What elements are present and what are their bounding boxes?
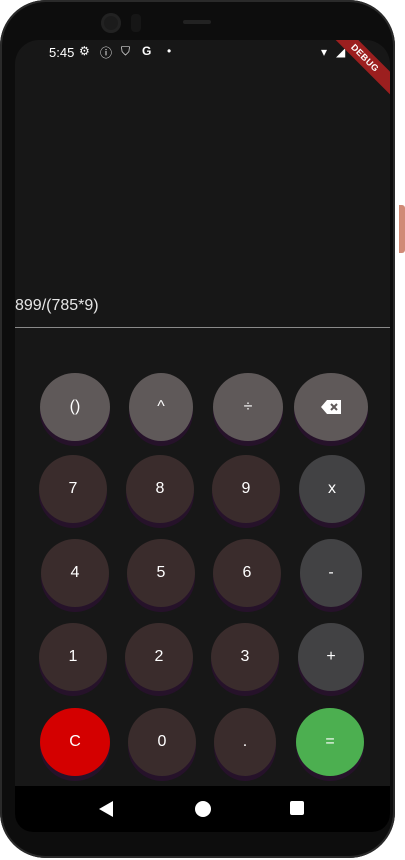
dot-icon: • bbox=[167, 44, 172, 58]
info-icon: ⓘ bbox=[100, 46, 113, 60]
google-icon: G bbox=[142, 44, 152, 58]
digit-2-button[interactable]: 2 bbox=[125, 623, 193, 691]
minus-button[interactable]: - bbox=[300, 539, 362, 607]
recents-icon[interactable] bbox=[290, 801, 304, 815]
digit-9-button[interactable]: 9 bbox=[212, 455, 280, 523]
backspace-button[interactable] bbox=[294, 373, 368, 441]
digit-5-button[interactable]: 5 bbox=[127, 539, 195, 607]
display-divider bbox=[15, 327, 390, 328]
earpiece-speaker bbox=[183, 20, 211, 24]
expression-display: 899/(785*9) bbox=[15, 297, 99, 314]
status-time: 5:45 bbox=[49, 45, 75, 60]
back-icon[interactable] bbox=[99, 801, 113, 817]
digit-6-button[interactable]: 6 bbox=[213, 539, 281, 607]
digit-7-button[interactable]: 7 bbox=[39, 455, 107, 523]
multiply-button[interactable]: x bbox=[299, 455, 365, 523]
digit-0-button[interactable]: 0 bbox=[128, 708, 196, 776]
navigation-bar bbox=[15, 786, 390, 832]
home-icon[interactable] bbox=[195, 801, 211, 817]
parentheses-button[interactable]: () bbox=[40, 373, 110, 441]
digit-1-button[interactable]: 1 bbox=[39, 623, 107, 691]
equals-button[interactable]: = bbox=[296, 708, 364, 776]
decimal-button[interactable]: . bbox=[214, 708, 276, 776]
shield-icon: ⛉ bbox=[121, 44, 131, 58]
front-camera bbox=[101, 13, 121, 33]
backspace-icon bbox=[321, 400, 341, 414]
clear-button[interactable]: C bbox=[40, 708, 110, 776]
digit-4-button[interactable]: 4 bbox=[41, 539, 109, 607]
status-bar: 5:45 ⚙ ⓘ ⛉ G • ▾ ◢ ▮ DEBUG bbox=[15, 40, 390, 103]
side-power-button bbox=[399, 205, 405, 253]
digit-3-button[interactable]: 3 bbox=[211, 623, 279, 691]
gear-icon: ⚙ bbox=[79, 44, 90, 58]
debug-banner: DEBUG bbox=[320, 40, 390, 103]
phone-frame: 5:45 ⚙ ⓘ ⛉ G • ▾ ◢ ▮ DEBUG 899/(785*9) (… bbox=[0, 0, 395, 858]
power-button[interactable]: ^ bbox=[129, 373, 193, 441]
wifi-icon: ▾ bbox=[321, 45, 328, 59]
plus-button[interactable]: + bbox=[298, 623, 364, 691]
sensor bbox=[131, 14, 141, 32]
screen: 5:45 ⚙ ⓘ ⛉ G • ▾ ◢ ▮ DEBUG 899/(785*9) (… bbox=[15, 40, 390, 832]
digit-8-button[interactable]: 8 bbox=[126, 455, 194, 523]
divide-button[interactable]: ÷ bbox=[213, 373, 283, 441]
